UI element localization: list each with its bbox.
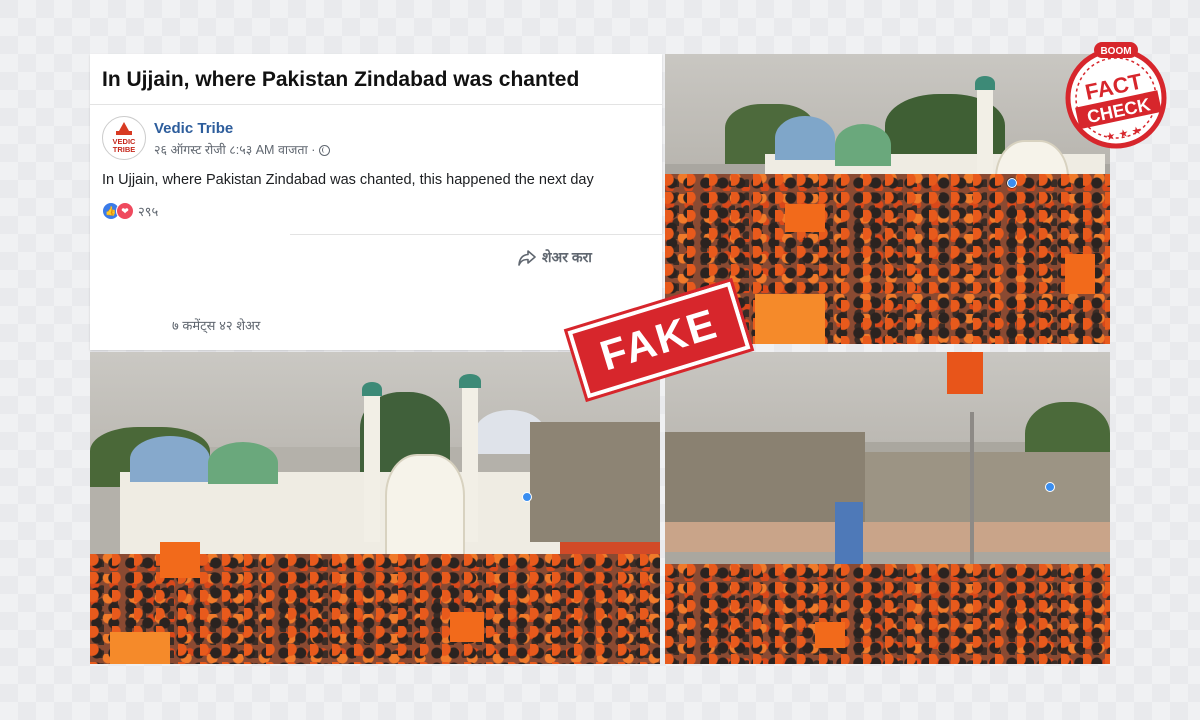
comments-shares-count[interactable]: ७ कमेंट्स ४२ शेअर <box>172 316 260 334</box>
divider <box>290 234 662 235</box>
share-arrow-icon <box>518 249 536 266</box>
video-marker-dot <box>1007 178 1017 188</box>
share-button[interactable]: शेअर करा <box>518 248 592 267</box>
post-timestamp[interactable]: २६ ऑगस्ट रोजी ८:५३ AM वाजता · <box>154 141 331 158</box>
fact-check-logo-icon: BOOM FACT CHECK ★ ★ ★ <box>1065 42 1167 149</box>
share-label: शेअर करा <box>542 249 592 265</box>
timestamp-text: २६ ऑगस्ट रोजी ८:५३ AM वाजता · <box>154 143 316 157</box>
svg-text:TRIBE: TRIBE <box>113 145 136 154</box>
love-icon: ❤ <box>116 202 134 220</box>
author-avatar[interactable]: VEDIC TRIBE <box>102 116 146 160</box>
svg-text:BOOM: BOOM <box>1100 46 1131 57</box>
vedic-tribe-logo: VEDIC TRIBE <box>113 122 136 154</box>
post-headline: In Ujjain, where Pakistan Zindabad was c… <box>102 68 580 91</box>
video-marker-dot <box>1045 482 1055 492</box>
author-name-link[interactable]: Vedic Tribe <box>154 120 233 137</box>
video-marker-dot <box>522 492 532 502</box>
reaction-count: २९५ <box>138 204 159 219</box>
reaction-summary[interactable]: 👍 ❤ २९५ <box>102 202 158 220</box>
facebook-post-card: In Ujjain, where Pakistan Zindabad was c… <box>90 54 662 350</box>
boom-fact-check-badge: BOOM FACT CHECK ★ ★ ★ <box>1056 40 1176 150</box>
post-body-text: In Ujjain, where Pakistan Zindabad was c… <box>102 172 594 188</box>
globe-icon <box>319 145 331 156</box>
photo-mosque-crowd-bottom-left <box>90 352 660 664</box>
divider <box>90 104 662 105</box>
photo-street-crowd-bottom-right <box>665 352 1110 664</box>
